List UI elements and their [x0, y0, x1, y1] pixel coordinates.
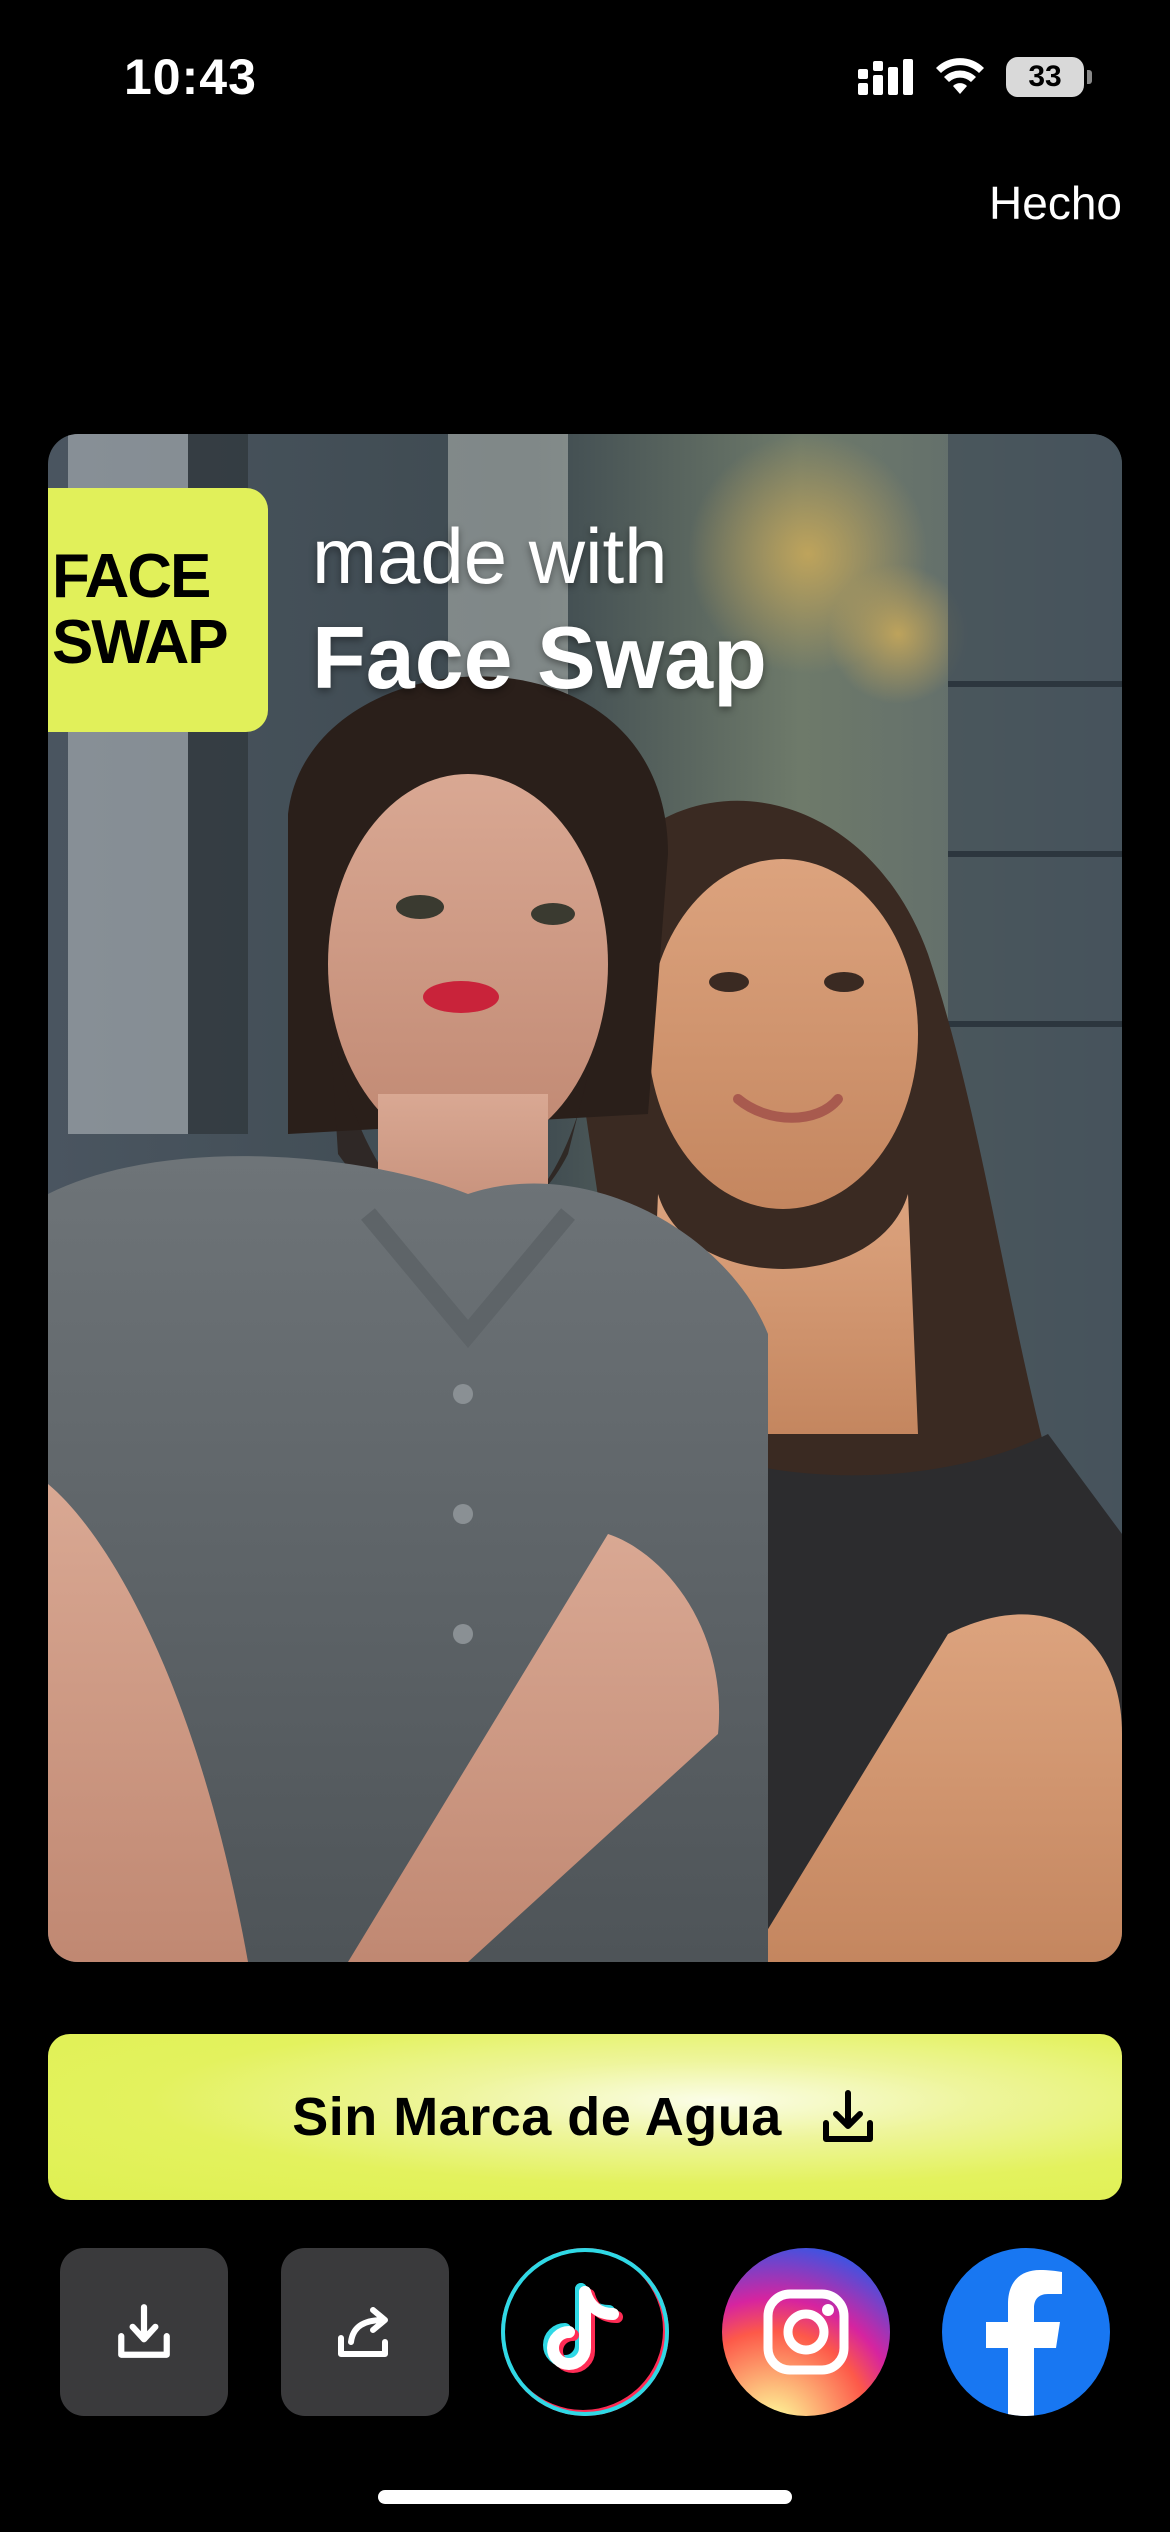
battery-icon: 33 [1006, 57, 1092, 97]
watermark: FACE SWAP made with Face Swap [48, 488, 767, 732]
no-watermark-label: Sin Marca de Agua [292, 2087, 782, 2147]
instagram-button[interactable] [722, 2248, 890, 2416]
status-icons: 33 [858, 52, 1092, 102]
watermark-badge-line1: FACE [52, 542, 211, 611]
share-row [0, 2248, 1170, 2416]
save-icon [118, 2304, 170, 2358]
status-bar: 10:43 33 [0, 0, 1170, 150]
result-photo: FACE SWAP made with Face Swap [48, 434, 1122, 1962]
no-watermark-button[interactable]: Sin Marca de Agua [48, 2034, 1122, 2200]
tiktok-button[interactable] [501, 2248, 669, 2416]
wifi-icon [936, 58, 984, 94]
share-button[interactable] [281, 2248, 449, 2416]
watermark-badge: FACE SWAP [48, 488, 268, 732]
signal-icon [858, 59, 913, 95]
tiktok-icon [543, 2283, 623, 2373]
status-time: 10:43 [124, 49, 257, 105]
facebook-button[interactable] [942, 2248, 1110, 2416]
download-icon [822, 2090, 873, 2142]
home-indicator[interactable] [378, 2490, 792, 2504]
watermark-line2: Face Swap [312, 608, 767, 707]
watermark-line1: made with [312, 512, 668, 600]
instagram-icon [763, 2289, 849, 2375]
share-icon [338, 2307, 388, 2357]
facebook-icon [986, 2270, 1062, 2416]
done-button[interactable]: Hecho [989, 176, 1122, 230]
save-button[interactable] [60, 2248, 228, 2416]
battery-level: 33 [1028, 60, 1062, 93]
watermark-badge-line2: SWAP [52, 608, 229, 677]
watermark-text: made with Face Swap [312, 514, 767, 706]
